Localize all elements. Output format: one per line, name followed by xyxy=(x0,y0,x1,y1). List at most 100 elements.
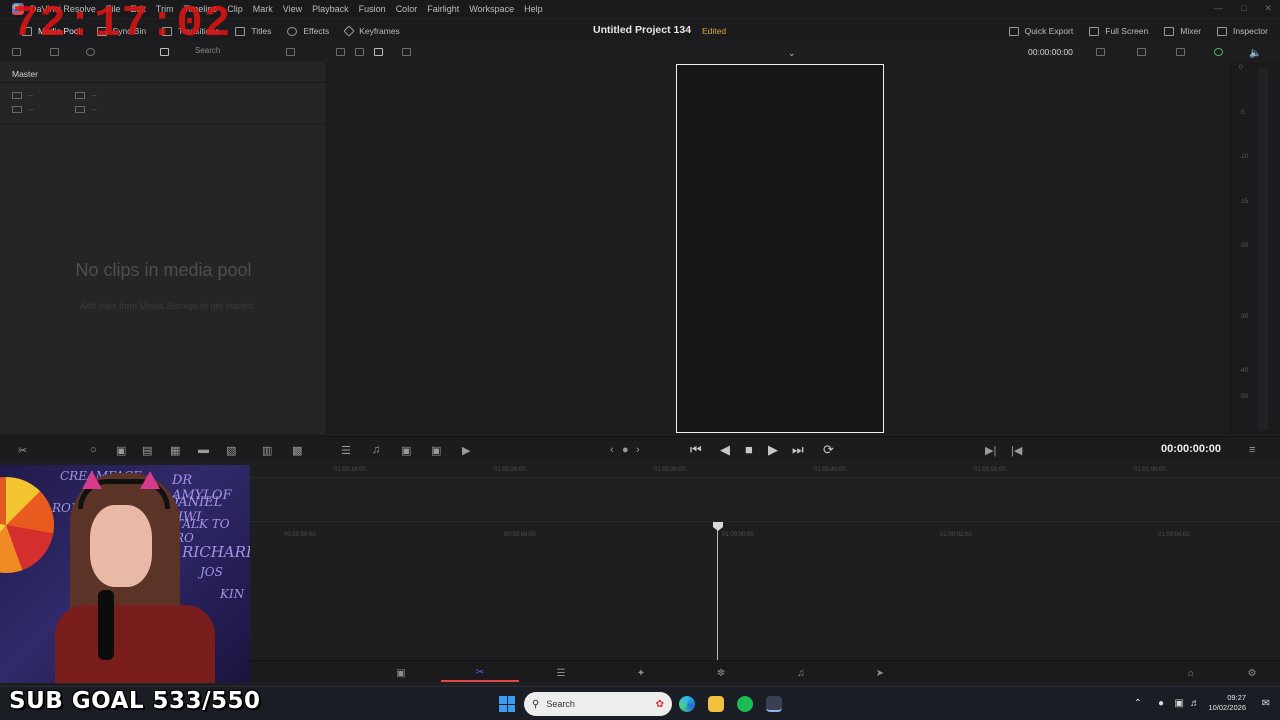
snap-icon[interactable]: ○ xyxy=(90,444,97,456)
audio-meter-track xyxy=(1258,68,1268,430)
menu-mark[interactable]: Mark xyxy=(253,4,273,14)
replace-icon[interactable]: ▦ xyxy=(170,444,180,457)
options-menu-icon[interactable]: ≡ xyxy=(1249,444,1255,456)
upper-timeline-ruler[interactable]: 01:00:18:00 01:00:26:00 01:00:30:00 01:0… xyxy=(250,462,1280,478)
grid-view-icon[interactable] xyxy=(160,48,169,56)
microphone-icon[interactable]: ● xyxy=(1158,698,1164,709)
menu-fairlight[interactable]: Fairlight xyxy=(427,4,459,14)
out-point-icon[interactable]: |◀ xyxy=(1011,444,1022,457)
marker-dot-icon[interactable]: ● xyxy=(622,444,629,456)
audio-trim-icon[interactable]: ♫ xyxy=(372,444,380,456)
dual-timeline-icon[interactable]: ▶ xyxy=(462,444,470,457)
transform-icon[interactable] xyxy=(1176,48,1185,56)
viewer-dropdown-icon[interactable]: ⌄ xyxy=(788,48,797,58)
color-wheel-icon[interactable] xyxy=(1214,48,1223,56)
in-point-icon[interactable]: ▶| xyxy=(985,444,996,457)
ripple-icon[interactable]: ▥ xyxy=(262,444,272,457)
notifications-icon[interactable]: ✉ xyxy=(1262,698,1270,709)
preview-frame[interactable] xyxy=(676,64,884,433)
search-highlight-icon: ✿ xyxy=(655,698,664,710)
overwrite-icon[interactable]: ▤ xyxy=(142,444,152,457)
main-timecode: 00:00:00:00 xyxy=(1161,443,1221,455)
page-tab-edit[interactable]: ☰ xyxy=(522,665,600,682)
zoom-icon[interactable] xyxy=(1096,48,1105,56)
prev-edit-icon[interactable]: ‹ xyxy=(610,444,614,456)
play-reverse-icon[interactable]: ◀ xyxy=(720,442,730,458)
keyframes-icon xyxy=(343,25,355,37)
inspector-label: Inspector xyxy=(1233,26,1268,36)
ruler-timecode: 00:59:58:00 xyxy=(504,532,536,538)
menu-color[interactable]: Color xyxy=(396,4,418,14)
sort-order-icon[interactable] xyxy=(286,48,295,56)
titles-button[interactable]: Titles xyxy=(227,20,279,42)
link-icon[interactable] xyxy=(86,48,95,56)
bin-master[interactable]: Master xyxy=(0,62,326,83)
skip-to-end-icon[interactable]: ⏭ xyxy=(792,442,804,458)
stop-icon[interactable]: ■ xyxy=(745,442,753,457)
upper-track-area[interactable] xyxy=(250,478,1280,522)
sort-icon[interactable] xyxy=(50,48,59,56)
smart-insert-icon[interactable]: ▣ xyxy=(401,444,411,457)
page-tab-deliver[interactable]: ➤ xyxy=(841,665,919,682)
viewer-safe-area-icon[interactable] xyxy=(355,48,364,56)
close-icon[interactable]: ✕ xyxy=(1264,3,1272,14)
speaker-icon[interactable]: ♬ xyxy=(1190,698,1200,709)
minimize-icon[interactable]: — xyxy=(1214,3,1223,14)
page-tab-fairlight[interactable]: ♫ xyxy=(762,665,840,682)
page-tab-media[interactable]: ▣ xyxy=(362,665,440,682)
next-edit-icon[interactable]: › xyxy=(636,444,640,456)
mixer-icon xyxy=(1164,26,1175,36)
play-icon[interactable]: ▶ xyxy=(768,442,778,458)
menu-help[interactable]: Help xyxy=(524,4,543,14)
skip-to-start-icon[interactable]: ⏮ xyxy=(690,442,702,458)
maximize-icon[interactable]: □ xyxy=(1241,3,1246,14)
viewer-grid-icon[interactable] xyxy=(402,48,411,56)
clock-time: 09:27 xyxy=(1227,693,1246,702)
ruler-timecode: 01:00:00:00 xyxy=(722,532,754,538)
home-icon[interactable]: ⌂ xyxy=(1181,665,1201,682)
page-tab-color[interactable]: ✼ xyxy=(682,665,760,682)
inspector-button[interactable]: Inspector xyxy=(1209,20,1280,42)
viewer-layout-icon[interactable] xyxy=(374,48,383,56)
append-icon[interactable]: ▬ xyxy=(198,444,209,456)
spotify-icon[interactable] xyxy=(737,696,753,712)
lower-timeline[interactable]: 00:59:56:00 00:59:58:00 01:00:00:00 01:0… xyxy=(250,522,1280,658)
keyframes-button[interactable]: Keyframes xyxy=(337,20,408,42)
menu-fusion[interactable]: Fusion xyxy=(359,4,386,14)
insert-icon[interactable]: ▣ xyxy=(116,444,126,457)
settings-gear-icon[interactable]: ⚙ xyxy=(1242,665,1262,682)
full-screen-button[interactable]: Full Screen xyxy=(1081,20,1156,42)
blade-icon[interactable]: ✂ xyxy=(18,444,27,457)
settings-sliders-icon[interactable]: ☰ xyxy=(341,444,351,457)
quick-export-button[interactable]: Quick Export xyxy=(1001,20,1082,42)
menu-view[interactable]: View xyxy=(283,4,302,14)
window-controls: — □ ✕ xyxy=(1214,3,1272,14)
effects-button[interactable]: Effects xyxy=(279,20,337,42)
page-tab-fusion[interactable]: ✦ xyxy=(602,665,680,682)
loop-icon[interactable]: ⟳ xyxy=(823,442,834,458)
davinci-resolve-taskbar-icon[interactable] xyxy=(766,696,782,712)
ruler-timecode: 01:00:50:00 xyxy=(974,467,1006,473)
viewer-panel[interactable] xyxy=(328,62,1230,434)
meter-label: -40 xyxy=(1239,367,1249,374)
playhead-line[interactable] xyxy=(717,530,718,660)
viewer-mode-icon[interactable] xyxy=(336,48,345,56)
system-clock[interactable]: 09:27 10/02/2026 xyxy=(1208,693,1246,713)
list-view-icon[interactable] xyxy=(12,48,21,56)
file-explorer-icon[interactable] xyxy=(708,696,724,712)
menu-workspace[interactable]: Workspace xyxy=(469,4,514,14)
edge-icon[interactable] xyxy=(679,696,695,712)
volume-icon[interactable]: 🔈 xyxy=(1249,48,1261,59)
page-tab-cut[interactable]: ✂ xyxy=(441,665,519,682)
close-up-icon[interactable]: ▣ xyxy=(431,444,441,457)
network-icon[interactable]: ▣ xyxy=(1175,698,1184,709)
taskbar-search[interactable]: ⚲ Search ✿ xyxy=(524,692,672,716)
chevron-up-icon[interactable]: ⌃ xyxy=(1134,698,1142,709)
display-mode-icon[interactable] xyxy=(1137,48,1146,56)
mixer-button[interactable]: Mixer xyxy=(1156,20,1209,42)
start-icon[interactable] xyxy=(499,696,515,712)
source-tape-icon[interactable]: ▩ xyxy=(292,444,302,457)
place-on-top-icon[interactable]: ▧ xyxy=(226,444,236,457)
clip-icon xyxy=(12,92,22,99)
menu-playback[interactable]: Playback xyxy=(312,4,349,14)
